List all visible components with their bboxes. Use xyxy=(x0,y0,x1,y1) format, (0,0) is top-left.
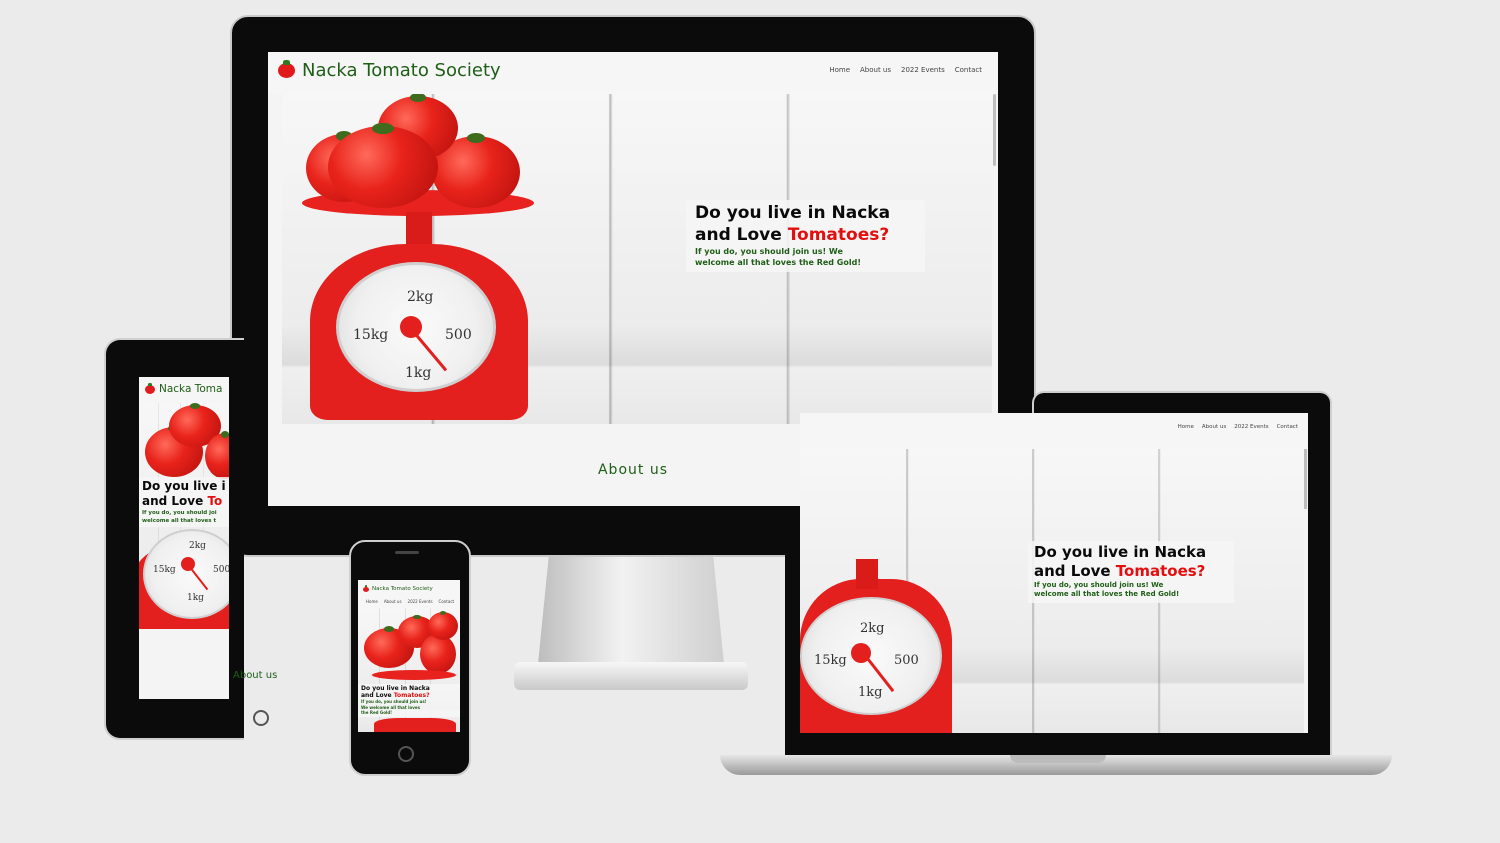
site-brand[interactable]: Nacka Tomato Society xyxy=(278,59,501,81)
scale-hub xyxy=(400,316,422,338)
phone-speaker xyxy=(395,551,419,554)
laptop-navbar: Home About us 2022 Events Contact xyxy=(800,413,1308,449)
phone-nav-menu: Home About us 2022 Events Contact xyxy=(366,599,454,604)
phone-heading-line2: and Love xyxy=(361,692,394,699)
tablet-subtext-line2: welcome all that loves t xyxy=(142,518,217,524)
nav-home[interactable]: Home xyxy=(366,599,378,604)
laptop-nav-menu: Home About us 2022 Events Contact xyxy=(1178,424,1298,430)
nav-contact[interactable]: Contact xyxy=(955,66,982,74)
phone-site: Nacka Tomato Society Home About us 2022 … xyxy=(358,580,460,732)
scale-pan xyxy=(372,670,456,680)
laptop-notch xyxy=(1010,755,1106,763)
phone-heading-line1: Do you live in Nacka xyxy=(361,685,430,692)
dial-label-top: 2kg xyxy=(189,541,206,551)
laptop-heading-highlight: Tomatoes? xyxy=(1115,562,1206,580)
hero-callout: Do you live in Nacka and Love Tomatoes? … xyxy=(686,200,925,272)
laptop-subtext-line1: If you do, you should join us! We xyxy=(1034,581,1164,589)
nav-home[interactable]: Home xyxy=(1178,424,1194,430)
tomato-logo-icon xyxy=(278,59,295,78)
nav-contact[interactable]: Contact xyxy=(1277,424,1298,430)
tablet-heading-line1: Do you live i xyxy=(142,479,226,493)
laptop-hero: 2kg 15kg 500 1kg Do you live in Nacka an… xyxy=(800,449,1304,733)
laptop-site: Home About us 2022 Events Contact 2kg 15… xyxy=(800,413,1308,733)
phone-subtext-line3: the Red Gold! xyxy=(361,710,393,715)
page-scrollbar[interactable] xyxy=(993,94,996,166)
tomato-image xyxy=(428,610,458,640)
tablet-home-button[interactable] xyxy=(253,710,269,726)
phone-brand[interactable]: Nacka Tomato Society xyxy=(363,585,433,592)
tomato-image xyxy=(420,632,456,674)
tablet-hero: 2kg 15kg 500 1kg Do you live i and Love … xyxy=(139,403,229,629)
nav-contact[interactable]: Contact xyxy=(439,599,455,604)
phone-brand-name: Nacka Tomato Society xyxy=(372,586,433,592)
nav-events-2022[interactable]: 2022 Events xyxy=(1234,424,1268,430)
tablet-navbar: Nacka Toma xyxy=(139,377,229,403)
brand-name: Nacka Tomato Society xyxy=(302,60,501,81)
tablet-subtext-line1: If you do, you should joi xyxy=(142,510,217,516)
hero-heading-line1: Do you live in Nacka xyxy=(695,203,891,223)
nav-events-2022[interactable]: 2022 Events xyxy=(408,599,433,604)
nav-about-us[interactable]: About us xyxy=(384,599,402,604)
tablet-heading-highlight: To xyxy=(207,494,223,508)
dial-label-bottom: 1kg xyxy=(858,685,883,700)
dial-label-bottom: 1kg xyxy=(187,593,204,603)
nav-home[interactable]: Home xyxy=(829,66,850,74)
phone-subtext-line1: If you do, you should join us! xyxy=(361,699,427,704)
phone-subtext-line2: We welcome all that loves xyxy=(361,704,420,710)
site-navbar: Nacka Tomato Society Home About us 2022 … xyxy=(268,52,998,94)
scale-hub xyxy=(181,557,195,571)
dial-label-left: 15kg xyxy=(353,327,389,343)
phone-hero-callout: Do you live in Nacka and Love Tomatoes? … xyxy=(358,684,460,717)
tablet-hero-callout: Do you live i and Love To If you do, you… xyxy=(139,477,229,527)
phone-home-button[interactable] xyxy=(398,746,414,762)
monitor-stand xyxy=(538,552,724,664)
dial-label-top: 2kg xyxy=(407,289,434,305)
laptop-heading-line2: and Love xyxy=(1034,562,1116,580)
nav-about-us[interactable]: About us xyxy=(860,66,891,74)
scale-neck xyxy=(856,559,878,589)
scale-dial: 2kg 15kg 500 1kg xyxy=(800,597,942,715)
tomato-logo-icon xyxy=(363,585,369,592)
hero-subtext-line1: If you do, you should join us! We xyxy=(695,247,843,256)
tablet-brand[interactable]: Nacka Toma xyxy=(145,382,223,395)
tomato-image xyxy=(328,122,438,208)
laptop-scrollbar[interactable] xyxy=(1304,449,1307,509)
laptop-hero-callout: Do you live in Nacka and Love Tomatoes? … xyxy=(1028,541,1234,603)
tablet-brand-name: Nacka Toma xyxy=(159,383,223,395)
dial-label-left: 15kg xyxy=(153,565,176,575)
monitor-stand-base xyxy=(514,662,748,690)
dial-label-right: 500 xyxy=(894,653,919,668)
scale-hub xyxy=(851,643,871,663)
tablet-site: Nacka Toma 2kg 15kg 500 1kg Do you live … xyxy=(139,377,229,699)
tomato-logo-icon xyxy=(145,382,155,394)
dial-label-right: 500 xyxy=(445,327,472,343)
tablet-about-us-label: About us xyxy=(233,670,278,681)
hero-heading-highlight: Tomatoes? xyxy=(787,225,890,245)
dial-label-left: 15kg xyxy=(814,653,847,668)
phone-hero: Do you live in Nacka and Love Tomatoes? … xyxy=(358,608,460,732)
laptop-heading-line1: Do you live in Nacka xyxy=(1034,543,1207,561)
hero-subtext-line2: welcome all that loves the Red Gold! xyxy=(695,258,861,267)
tablet-heading-line2: and Love xyxy=(142,494,208,508)
dial-label-right: 500 xyxy=(213,565,229,575)
hero-heading-line2: and Love xyxy=(695,225,788,245)
nav-events-2022[interactable]: 2022 Events xyxy=(901,66,945,74)
dial-label-top: 2kg xyxy=(860,621,885,636)
kitchen-scale xyxy=(374,718,456,732)
hero-section: 2kg 15kg 500 1kg Do you live in Nacka an… xyxy=(282,94,992,424)
nav-about-us[interactable]: About us xyxy=(1202,424,1226,430)
laptop-subtext-line2: welcome all that loves the Red Gold! xyxy=(1034,590,1180,598)
dial-label-bottom: 1kg xyxy=(405,365,432,381)
phone-navbar: Nacka Tomato Society Home About us 2022 … xyxy=(358,580,460,608)
phone-heading-highlight: Tomatoes? xyxy=(393,692,430,699)
nav-menu: Home About us 2022 Events Contact xyxy=(829,66,982,74)
